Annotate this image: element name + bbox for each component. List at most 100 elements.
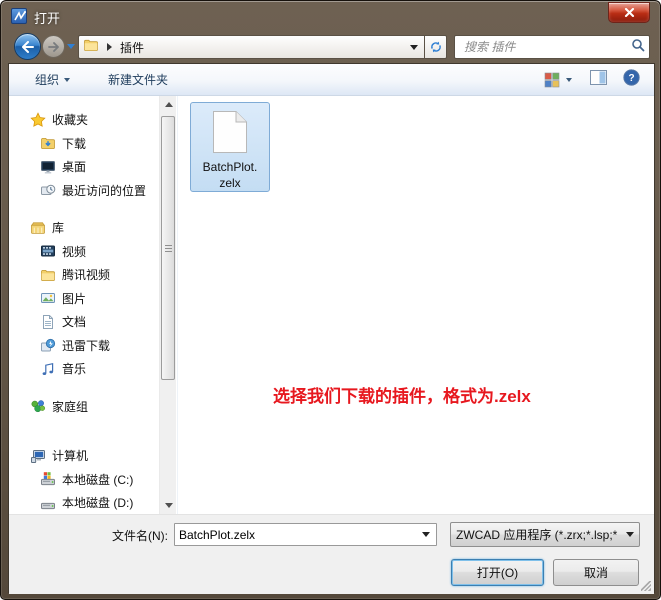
open-button-label: 打开(O) — [477, 564, 518, 581]
sidebar-item-label: 桌面 — [62, 158, 86, 175]
cancel-button[interactable]: 取消 — [553, 559, 639, 586]
sidebar-item[interactable]: 图片 — [9, 287, 159, 311]
sidebar-item[interactable]: 音乐 — [9, 357, 159, 381]
preview-pane-button[interactable] — [590, 70, 607, 90]
forward-button[interactable] — [42, 35, 65, 58]
filename-label: 文件名(N): — [9, 527, 168, 544]
search-input[interactable] — [462, 39, 631, 55]
sidebar-item-label: 文档 — [62, 313, 86, 330]
sidebar-item-label: 最近访问的位置 — [62, 182, 146, 199]
window-title: 打开 — [34, 8, 60, 27]
scrollbar-thumb[interactable] — [161, 116, 175, 380]
sidebar-item-label: 图片 — [62, 290, 86, 307]
blank-file-icon — [212, 110, 248, 159]
new-folder-button[interactable]: 新建文件夹 — [100, 67, 176, 92]
filetype-value: ZWCAD 应用程序 (*.zrx;*.lsp;* — [456, 526, 626, 543]
folder-icon — [40, 267, 56, 283]
sidebar-list: 收藏夹下载桌面最近访问的位置库视频腾讯视频图片文档迅雷下载音乐家庭组计算机本地磁… — [9, 96, 159, 514]
open-file-dialog: 打开 — [0, 0, 661, 600]
sidebar-item[interactable]: 下载 — [9, 132, 159, 156]
recent-places-icon — [40, 182, 56, 198]
history-dropdown-icon[interactable] — [67, 44, 75, 49]
disk-icon — [40, 495, 56, 511]
sidebar-item[interactable]: 桌面 — [9, 155, 159, 179]
sidebar-item[interactable]: 文档 — [9, 310, 159, 334]
filetype-dropdown[interactable]: ZWCAD 应用程序 (*.zrx;*.lsp;* — [450, 522, 640, 547]
sidebar-item-label: 腾讯视频 — [62, 266, 110, 283]
refresh-icon — [429, 40, 443, 54]
search-icon[interactable] — [631, 38, 645, 57]
organize-button[interactable]: 组织 — [27, 67, 78, 92]
sidebar-item-label: 本地磁盘 (C:) — [62, 471, 133, 488]
computer-icon — [30, 448, 46, 464]
sidebar-item[interactable]: 收藏夹 — [9, 108, 159, 132]
scroll-up-button[interactable] — [160, 96, 177, 113]
filename-input[interactable] — [175, 528, 422, 542]
help-button[interactable]: ? — [623, 69, 640, 91]
pictures-icon — [40, 290, 56, 306]
filename-dropdown-icon[interactable] — [422, 532, 430, 537]
chevron-down-icon — [566, 78, 572, 82]
music-icon — [40, 361, 56, 377]
sidebar-item-label: 家庭组 — [52, 398, 88, 415]
close-button[interactable] — [608, 2, 650, 23]
sidebar-item[interactable]: 家庭组 — [9, 395, 159, 419]
sidebar-item[interactable]: 本地磁盘 (C:) — [9, 468, 159, 492]
folder-download-icon — [40, 135, 56, 151]
title-bar[interactable]: 打开 — [1, 1, 660, 31]
sidebar-item-label: 音乐 — [62, 360, 86, 377]
file-item-batchplot[interactable]: BatchPlot. zelx — [190, 102, 270, 192]
sidebar-item[interactable]: 最近访问的位置 — [9, 179, 159, 203]
sidebar-item[interactable]: 腾讯视频 — [9, 263, 159, 287]
refresh-button[interactable] — [424, 35, 447, 59]
file-name-line1: BatchPlot. — [203, 159, 258, 175]
views-button[interactable] — [544, 72, 572, 88]
sidebar-item[interactable]: 库 — [9, 216, 159, 240]
sidebar-scrollbar[interactable] — [159, 96, 176, 514]
sidebar-item[interactable]: 计算机 — [9, 444, 159, 468]
organize-label: 组织 — [35, 71, 59, 88]
scroll-down-icon — [165, 503, 173, 508]
help-icon: ? — [623, 69, 640, 86]
search-box[interactable] — [454, 35, 650, 59]
scroll-up-icon — [165, 102, 173, 107]
dialog-footer: 文件名(N): ZWCAD 应用程序 (*.zrx;*.lsp;* 打开(O) … — [9, 514, 654, 594]
library-icon — [30, 220, 46, 236]
folder-icon — [83, 37, 99, 58]
breadcrumb-folder[interactable]: 插件 — [120, 39, 144, 56]
sidebar-item[interactable]: 视频 — [9, 240, 159, 264]
homegroup-icon — [30, 398, 46, 414]
filename-combobox[interactable] — [174, 523, 437, 546]
chevron-down-icon — [64, 78, 70, 82]
resize-grip[interactable] — [641, 581, 651, 591]
documents-icon — [40, 314, 56, 330]
open-button[interactable]: 打开(O) — [451, 559, 544, 586]
file-name-line2: zelx — [219, 175, 240, 191]
pane-divider — [177, 96, 178, 514]
star-icon — [30, 112, 46, 128]
sidebar-item-label: 收藏夹 — [52, 111, 88, 128]
navigation-bar: 插件 — [1, 32, 660, 62]
address-dropdown-icon[interactable] — [410, 45, 418, 50]
disk-windows-icon — [40, 471, 56, 487]
thunder-icon — [40, 337, 56, 353]
sidebar-item-label: 下载 — [62, 135, 86, 152]
views-icon — [544, 72, 560, 88]
desktop-icon — [40, 159, 56, 175]
address-bar[interactable]: 插件 — [78, 35, 424, 59]
back-button[interactable] — [14, 33, 41, 60]
annotation-text: 选择我们下载的插件，格式为.zelx — [273, 382, 531, 407]
scroll-down-button[interactable] — [160, 497, 177, 514]
forward-arrow-icon — [48, 42, 60, 52]
sidebar-item-label: 库 — [52, 219, 64, 236]
videos-icon — [40, 243, 56, 259]
scrollbar-grip-icon — [165, 248, 172, 249]
sidebar-item-label: 迅雷下载 — [62, 337, 110, 354]
file-browser-area: 收藏夹下载桌面最近访问的位置库视频腾讯视频图片文档迅雷下载音乐家庭组计算机本地磁… — [9, 96, 654, 514]
filetype-dropdown-icon — [626, 532, 634, 537]
sidebar-item[interactable]: 迅雷下载 — [9, 334, 159, 358]
sidebar-item[interactable]: 本地磁盘 (D:) — [9, 491, 159, 514]
svg-text:?: ? — [628, 73, 634, 84]
sidebar-item-label: 视频 — [62, 243, 86, 260]
breadcrumb-arrow-icon — [107, 43, 112, 51]
